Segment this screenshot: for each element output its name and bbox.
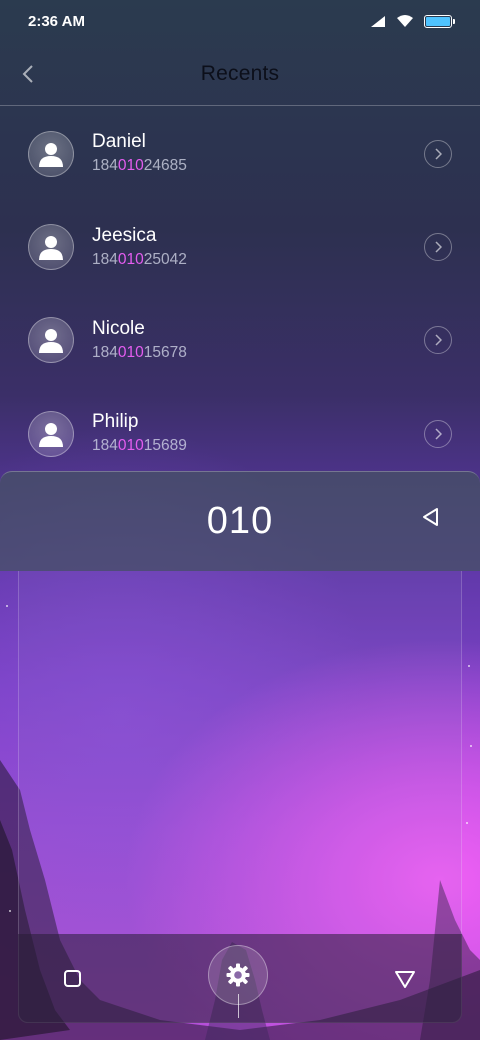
number-prefix: 184: [92, 157, 118, 175]
contact-item[interactable]: Nicole 18401015678: [0, 294, 480, 387]
dial-input[interactable]: 010: [207, 500, 273, 543]
chevron-left-icon: [22, 65, 33, 83]
avatar: [28, 224, 74, 271]
home-button[interactable]: [207, 944, 268, 1018]
number-suffix: 25042: [143, 250, 187, 268]
status-icons: [370, 14, 455, 28]
number-suffix: 15678: [143, 343, 187, 361]
contact-item[interactable]: Jeesica 18401025042: [0, 200, 480, 293]
chevron-right-icon: [435, 148, 442, 160]
status-bar: 2:36 AM: [0, 0, 480, 42]
battery-icon: [424, 14, 455, 28]
sparkle: [9, 910, 11, 912]
recent-apps-button[interactable]: [64, 970, 81, 987]
contact-detail-button[interactable]: [424, 326, 452, 355]
dial-input-bar: 010: [0, 471, 480, 571]
contact-name: Philip: [92, 411, 139, 433]
number-match: 010: [117, 250, 144, 268]
number-match: 010: [117, 343, 144, 361]
page-title: Recents: [200, 61, 280, 85]
chevron-right-icon: [435, 334, 442, 346]
number-suffix: 24685: [143, 157, 187, 175]
person-icon: [39, 142, 63, 167]
number-suffix: 15689: [143, 437, 187, 455]
sparkle: [470, 745, 472, 747]
contact-number: 18401024685: [92, 155, 187, 177]
backspace-triangle-icon[interactable]: [420, 505, 444, 529]
chevron-right-icon: [435, 241, 442, 253]
triangle-down-icon[interactable]: [394, 969, 416, 989]
number-match: 010: [117, 437, 144, 455]
person-icon: [39, 236, 63, 261]
avatar: [28, 410, 74, 457]
person-icon: [39, 329, 63, 354]
person-icon: [39, 422, 63, 447]
battery-level: [426, 16, 450, 26]
avatar: [28, 317, 74, 364]
sparkle: [466, 822, 468, 824]
contact-list: Daniel 18401024685 Jeesica 18401025042 N…: [0, 107, 480, 481]
contact-item[interactable]: Daniel 18401024685: [0, 107, 480, 200]
sparkle: [468, 665, 470, 667]
contact-number: 18401025042: [92, 249, 187, 271]
contact-name: Jeesica: [92, 224, 157, 246]
number-prefix: 184: [92, 343, 118, 361]
chevron-right-icon: [435, 428, 442, 440]
header: Recents: [0, 42, 480, 106]
contact-item[interactable]: Philip 18401015689: [0, 387, 480, 480]
gear-icon: [226, 963, 249, 986]
number-prefix: 184: [92, 250, 118, 268]
contact-text: Daniel 18401024685: [92, 130, 187, 177]
contact-text: Jeesica 18401025042: [92, 224, 187, 271]
sparkle: [6, 605, 8, 607]
contact-detail-button[interactable]: [424, 233, 452, 262]
status-time: 2:36 AM: [28, 12, 85, 30]
contact-detail-button[interactable]: [424, 139, 452, 168]
contact-text: Philip 18401015689: [92, 410, 187, 457]
number-match: 010: [117, 157, 144, 175]
contact-name: Daniel: [92, 131, 146, 153]
contact-number: 18401015678: [92, 342, 187, 364]
navigation-bar: [18, 934, 462, 1023]
number-prefix: 184: [92, 437, 118, 455]
contact-number: 18401015689: [92, 435, 187, 457]
contact-detail-button[interactable]: [424, 419, 452, 448]
back-button[interactable]: [8, 54, 48, 94]
avatar: [28, 130, 74, 177]
contact-text: Nicole 18401015678: [92, 317, 187, 364]
contact-name: Nicole: [92, 317, 145, 339]
wifi-icon: [397, 15, 413, 27]
signal-icon: [371, 15, 385, 27]
